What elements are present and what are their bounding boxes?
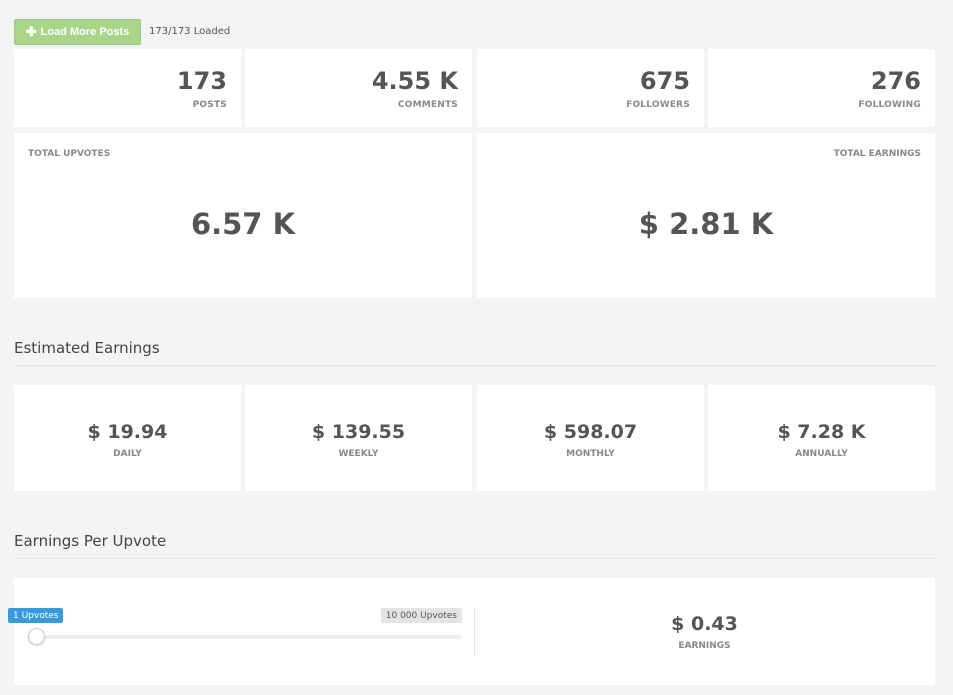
stat-card-comments: 4.55 K COMMENTS <box>245 49 472 127</box>
estimate-value: $ 139.55 <box>311 421 406 443</box>
stat-value: 675 <box>639 67 690 95</box>
slider-max-label: 10 000 Upvotes <box>380 608 462 623</box>
plus-icon: ✚ <box>25 24 37 39</box>
total-upvotes-label: TOTAL UPVOTES <box>28 149 111 159</box>
stat-label: COMMENTS <box>397 100 458 110</box>
dashboard: ✚ Load More Posts 173/173 Loaded 173 POS… <box>0 0 953 695</box>
per-upvote-earnings-label: EARNINGS <box>678 641 731 651</box>
stat-label: FOLLOWING <box>858 100 921 110</box>
upvote-slider[interactable]: 1 Upvotes 10 000 Upvotes <box>8 578 474 685</box>
stat-value: 173 <box>176 67 227 95</box>
slider-current-label: 1 Upvotes <box>8 608 64 623</box>
total-earnings-card: TOTAL EARNINGS $ 2.81 K <box>477 133 935 298</box>
load-more-posts-button[interactable]: ✚ Load More Posts <box>14 19 141 45</box>
stat-label: POSTS <box>192 100 227 110</box>
total-earnings-label: TOTAL EARNINGS <box>833 149 921 159</box>
stat-value: 4.55 K <box>371 67 458 95</box>
estimate-card-annually: $ 7.28 K ANNUALLY <box>708 385 935 491</box>
estimate-label: DAILY <box>113 449 142 459</box>
stat-label: FOLLOWERS <box>626 100 690 110</box>
estimated-earnings-title: Estimated Earnings <box>14 339 935 366</box>
slider-handle[interactable] <box>28 628 45 645</box>
per-upvote-earnings-value: $ 0.43 <box>671 613 738 635</box>
loaded-status: 173/173 Loaded <box>149 26 231 37</box>
estimate-label: WEEKLY <box>338 449 379 459</box>
estimate-value: $ 7.28 K <box>777 421 866 443</box>
total-earnings-value: $ 2.81 K <box>638 207 774 241</box>
estimate-value: $ 19.94 <box>87 421 168 443</box>
stat-card-posts: 173 POSTS <box>14 49 241 127</box>
estimate-label: ANNUALLY <box>795 449 848 459</box>
estimate-card-weekly: $ 139.55 WEEKLY <box>245 385 472 491</box>
estimate-card-monthly: $ 598.07 MONTHLY <box>477 385 704 491</box>
slider-track[interactable] <box>34 635 462 639</box>
stat-card-followers: 675 FOLLOWERS <box>477 49 704 127</box>
estimate-card-daily: $ 19.94 DAILY <box>14 385 241 491</box>
earnings-per-upvote-title: Earnings Per Upvote <box>14 532 935 559</box>
total-upvotes-value: 6.57 K <box>190 207 296 241</box>
stat-card-following: 276 FOLLOWING <box>708 49 935 127</box>
total-upvotes-card: TOTAL UPVOTES 6.57 K <box>14 133 472 298</box>
estimate-value: $ 598.07 <box>543 421 638 443</box>
estimate-label: MONTHLY <box>566 449 615 459</box>
load-more-label: Load More Posts <box>40 26 130 38</box>
stat-value: 276 <box>870 67 921 95</box>
